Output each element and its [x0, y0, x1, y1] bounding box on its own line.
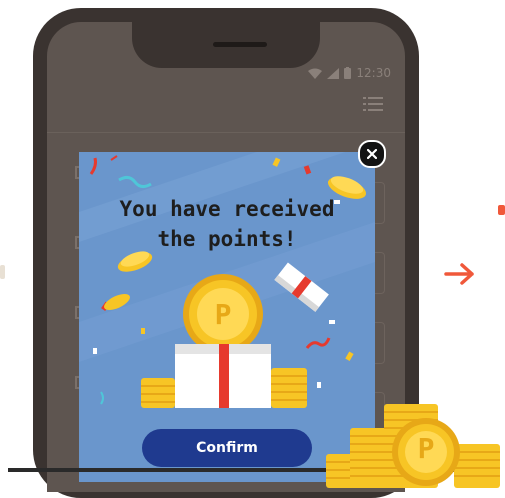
popup-title: You have received the points!: [79, 194, 375, 254]
menu-icon[interactable]: [363, 96, 383, 115]
header-divider: [47, 132, 405, 133]
arrow-right-icon: [444, 263, 474, 285]
status-bar: 12:30: [308, 64, 391, 82]
popup-title-line2: the points!: [157, 227, 297, 251]
speaker-grille: [213, 42, 267, 47]
coin-letter: P: [214, 298, 232, 331]
left-edge-mark: [0, 265, 5, 279]
close-button[interactable]: [358, 140, 386, 168]
wifi-icon: [308, 68, 323, 79]
signal-icon: [327, 67, 340, 79]
confirm-button[interactable]: Confirm: [142, 429, 312, 467]
status-time: 12:30: [356, 66, 391, 80]
battery-icon: [344, 67, 352, 79]
coin-pile-letter: P: [417, 432, 435, 465]
popup-title-line1: You have received: [119, 197, 335, 221]
close-icon: [367, 149, 377, 159]
right-edge-mark: [498, 205, 505, 215]
